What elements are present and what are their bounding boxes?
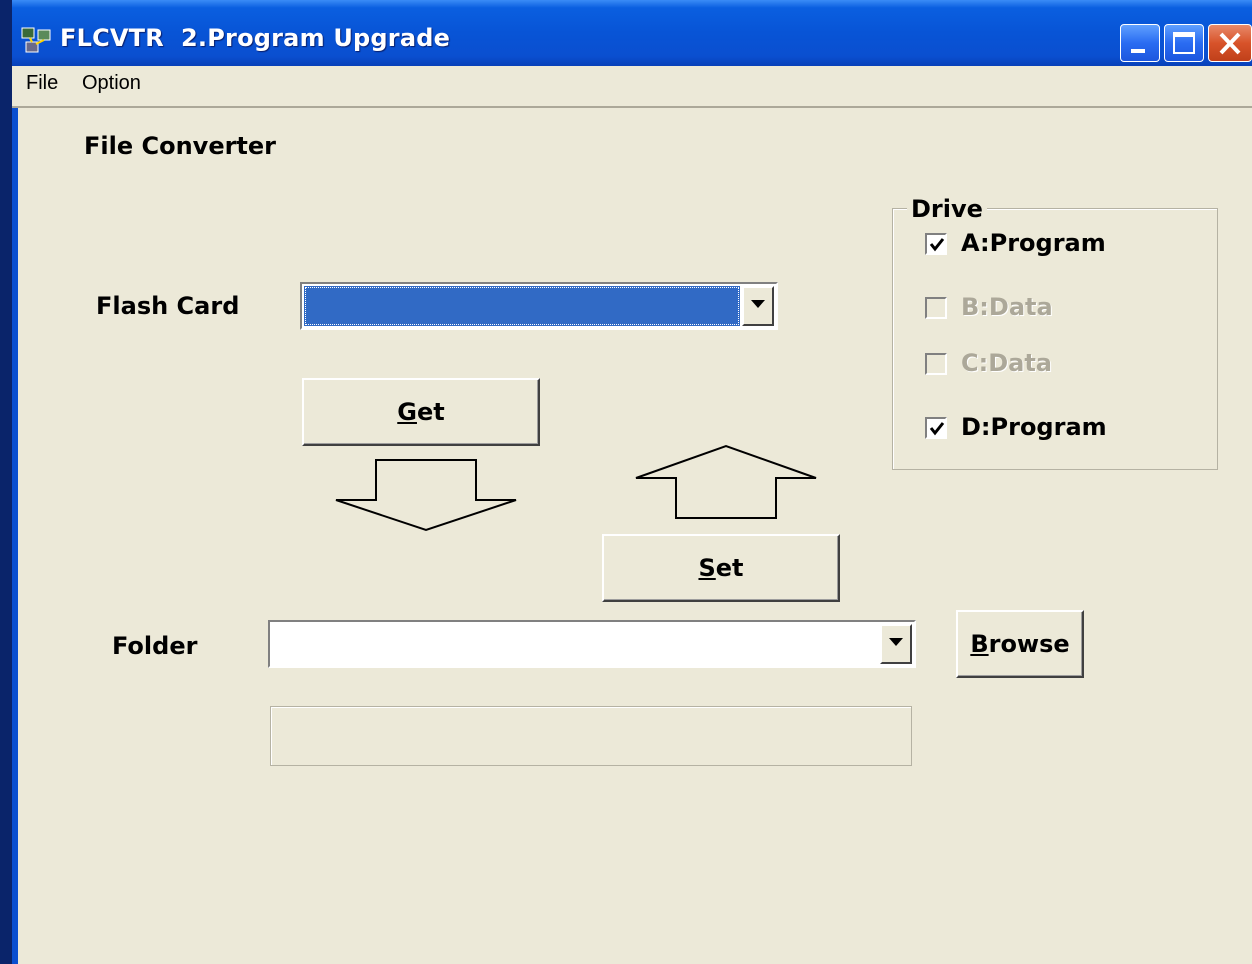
close-button[interactable] (1208, 24, 1252, 62)
maximize-button[interactable] (1164, 24, 1204, 62)
set-button[interactable]: Set (602, 534, 840, 602)
maximize-icon (1173, 32, 1195, 54)
checkbox-drive-a[interactable] (925, 233, 947, 255)
menu-option[interactable]: Option (82, 72, 141, 95)
set-button-label: et (715, 554, 744, 582)
flash-card-label: Flash Card (96, 292, 240, 320)
chevron-down-icon (751, 300, 765, 308)
close-icon (1219, 32, 1241, 55)
folder-dropdown-button[interactable] (880, 624, 912, 664)
section-title: File Converter (84, 132, 277, 160)
checkbox-drive-d[interactable] (925, 417, 947, 439)
checkbox-drive-c (925, 353, 947, 375)
menu-bar: File Option (12, 66, 1252, 108)
menu-file[interactable]: File (26, 72, 58, 95)
drive-a-label: A:Program (961, 229, 1106, 257)
drive-d-label: D:Program (961, 413, 1107, 441)
get-button-mnemonic: G (397, 398, 417, 426)
minimize-button[interactable] (1120, 24, 1160, 62)
drive-c-label: C:Data (961, 349, 1052, 377)
browse-button-mnemonic: B (970, 630, 989, 658)
folder-dropdown[interactable] (268, 620, 916, 668)
app-window: FLCVTR 2.Program Upgrade File Option Fil… (12, 0, 1252, 964)
get-button[interactable]: Get (302, 378, 540, 446)
main-panel: File Converter Flash Card Get Set Folder (12, 108, 1252, 964)
browse-button[interactable]: Browse (956, 610, 1084, 678)
flash-card-dropdown[interactable] (300, 282, 778, 330)
folder-label: Folder (112, 632, 198, 660)
title-bar[interactable]: FLCVTR 2.Program Upgrade (12, 0, 1252, 66)
checkbox-drive-b (925, 297, 947, 319)
drive-b-label: B:Data (961, 293, 1053, 321)
folder-input[interactable] (272, 624, 878, 664)
get-button-label: et (416, 398, 445, 426)
chevron-down-icon (889, 638, 903, 646)
app-network-icon (20, 26, 54, 56)
down-arrow-icon (335, 459, 517, 532)
browse-button-label: rowse (988, 630, 1070, 658)
set-button-mnemonic: S (698, 554, 716, 582)
flash-card-selection (304, 286, 740, 326)
up-arrow-icon (635, 444, 817, 519)
drive-groupbox: Drive A:Program B:Data C:Data D:Program (892, 195, 1218, 470)
flash-card-dropdown-button[interactable] (742, 286, 774, 326)
checkmark-icon (929, 238, 945, 252)
drive-legend: Drive (907, 195, 987, 223)
window-left-border (12, 108, 18, 964)
minimize-icon (1131, 49, 1145, 53)
status-box (270, 706, 912, 766)
window-title: FLCVTR 2.Program Upgrade (60, 24, 451, 52)
checkmark-icon (929, 422, 945, 436)
